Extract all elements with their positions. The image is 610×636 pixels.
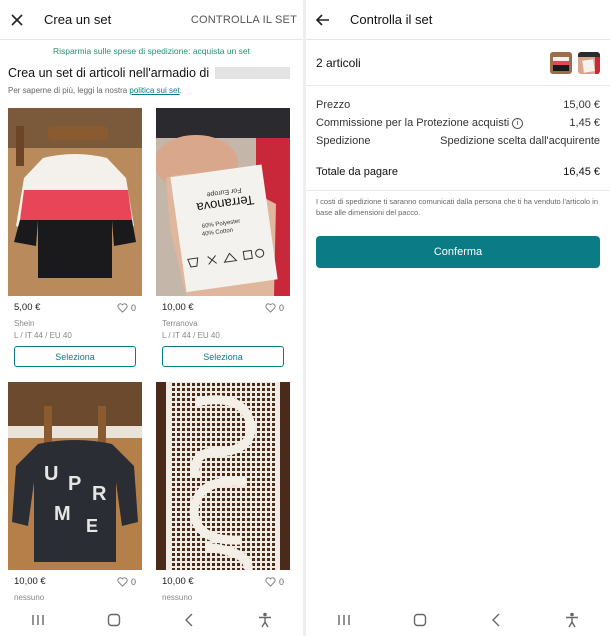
shipping-note: I costi di spedizione ti saranno comunic…	[316, 197, 599, 217]
heart-icon	[265, 302, 276, 313]
favorite-button[interactable]: 0	[265, 303, 284, 313]
home-icon[interactable]	[99, 608, 129, 632]
cost-label: Prezzo	[316, 99, 351, 111]
item-photo-crochet-runner[interactable]	[156, 382, 290, 570]
total-row: Totale da pagare 16,45 €	[306, 162, 610, 182]
item-brand: nessuno	[14, 593, 45, 602]
top-bar: Controlla il set	[306, 0, 610, 40]
total-value: 16,45 €	[563, 166, 600, 178]
favorite-button[interactable]: 0	[117, 577, 136, 587]
system-nav-bar	[0, 604, 303, 636]
item-thumbnails	[550, 51, 600, 74]
price-row: 10,00 € 0	[8, 576, 142, 587]
accessibility-icon[interactable]	[250, 608, 280, 632]
back-arrow-icon[interactable]	[306, 0, 340, 40]
item-brand: Terranova	[162, 319, 198, 328]
left-screen: Crea un set CONTROLLA IL SET Risparmia s…	[0, 0, 303, 636]
price-row: 10,00 € 0	[156, 576, 290, 587]
favorite-count: 0	[278, 302, 284, 313]
sweater-letter-5: E	[86, 516, 98, 536]
select-button[interactable]: Seleziona	[162, 346, 284, 367]
top-bar: Crea un set CONTROLLA IL SET	[0, 0, 303, 40]
cost-row-protection-fee: Commissione per la Protezione acquisti i …	[316, 114, 600, 132]
item-card[interactable]: For Europe Terranova 60% Polyester 40% C…	[156, 108, 290, 367]
home-icon[interactable]	[405, 608, 435, 632]
close-icon[interactable]	[0, 0, 34, 40]
price-row: 10,00 € 0	[156, 302, 290, 313]
item-price: 10,00 €	[162, 302, 194, 313]
item-photo-care-label[interactable]: For Europe Terranova 60% Polyester 40% C…	[156, 108, 290, 296]
sweater-letter-4: M	[54, 503, 71, 525]
item-size: L / IT 44 / EU 40	[14, 331, 72, 340]
cost-row-shipping: Spedizione Spedizione scelta dall'acquir…	[316, 132, 600, 150]
item-count: 2 articoli	[316, 55, 361, 70]
heart-icon	[265, 576, 276, 587]
item-card[interactable]: 5,00 € 0 Shein L / IT 44 / EU 40 Selezio…	[8, 108, 142, 367]
cost-value: 1,45 €	[569, 117, 600, 129]
item-brand: Shein	[14, 319, 35, 328]
page-title: Controlla il set	[350, 12, 433, 27]
policy-text: Per saperne di più, leggi la nostra	[8, 86, 130, 95]
thumbnail-striped-sweater[interactable]	[550, 51, 572, 74]
item-price: 10,00 €	[14, 576, 46, 587]
cost-row-price: Prezzo 15,00 €	[316, 96, 600, 114]
confirm-button[interactable]: Conferma	[316, 236, 600, 268]
favorite-count: 0	[130, 576, 136, 587]
thumbnail-care-label[interactable]	[578, 51, 600, 74]
right-screen: Controlla il set 2 articoli Prezzo 15,00…	[306, 0, 610, 636]
set-heading: Crea un set di articoli nell'armadio di	[0, 62, 303, 80]
item-price: 10,00 €	[162, 576, 194, 587]
heart-icon	[117, 302, 128, 313]
nav-back-icon[interactable]	[174, 608, 204, 632]
info-icon[interactable]: i	[512, 117, 524, 129]
page-title: Crea un set	[44, 12, 112, 27]
cost-label-wrap: Commissione per la Protezione acquisti i	[316, 117, 524, 129]
item-photo-striped-sweater[interactable]	[8, 108, 142, 296]
select-button[interactable]: Seleziona	[14, 346, 136, 367]
cost-label: Commissione per la Protezione acquisti	[316, 117, 510, 129]
total-label: Totale da pagare	[316, 166, 398, 178]
heart-icon	[117, 576, 128, 587]
favorite-button[interactable]: 0	[117, 303, 136, 313]
accessibility-icon[interactable]	[557, 608, 587, 632]
favorite-button[interactable]: 0	[265, 577, 284, 587]
price-row: 5,00 € 0	[8, 302, 142, 313]
policy-suffix: .	[179, 86, 182, 95]
shipping-promo: Risparmia sulle spese di spedizione: acq…	[52, 46, 251, 56]
system-nav-bar	[306, 604, 610, 636]
favorite-count: 0	[130, 302, 136, 313]
policy-link[interactable]: politica sui set	[129, 86, 179, 95]
set-heading-text: Crea un set di articoli nell'armadio di	[8, 66, 210, 80]
review-set-link[interactable]: CONTROLLA IL SET	[191, 14, 297, 26]
item-card[interactable]: U P R M E 10,00 € 0 nessuno	[8, 382, 142, 602]
cost-breakdown: Prezzo 15,00 € Commissione per la Protez…	[306, 86, 610, 150]
item-price: 5,00 €	[14, 302, 41, 313]
cost-value: Spedizione scelta dall'acquirente	[440, 135, 600, 147]
redacted-username	[215, 67, 291, 79]
item-brand: nessuno	[162, 593, 193, 602]
recents-icon[interactable]	[23, 608, 53, 632]
cost-value: 15,00 €	[563, 99, 600, 111]
item-card[interactable]: 10,00 € 0 nessuno	[156, 382, 290, 602]
policy-line: Per saperne di più, leggi la nostra poli…	[0, 80, 303, 95]
favorite-count: 0	[278, 576, 284, 587]
item-size: L / IT 44 / EU 40	[162, 331, 220, 340]
cost-label: Spedizione	[316, 135, 371, 147]
item-photo-graphic-sweater[interactable]: U P R M E	[8, 382, 142, 570]
sweater-letter-2: P	[68, 473, 81, 495]
set-summary: 2 articoli	[306, 40, 610, 86]
sweater-letter-1: U	[44, 463, 58, 485]
sweater-letter-3: R	[92, 483, 107, 505]
recents-icon[interactable]	[329, 608, 359, 632]
nav-back-icon[interactable]	[481, 608, 511, 632]
